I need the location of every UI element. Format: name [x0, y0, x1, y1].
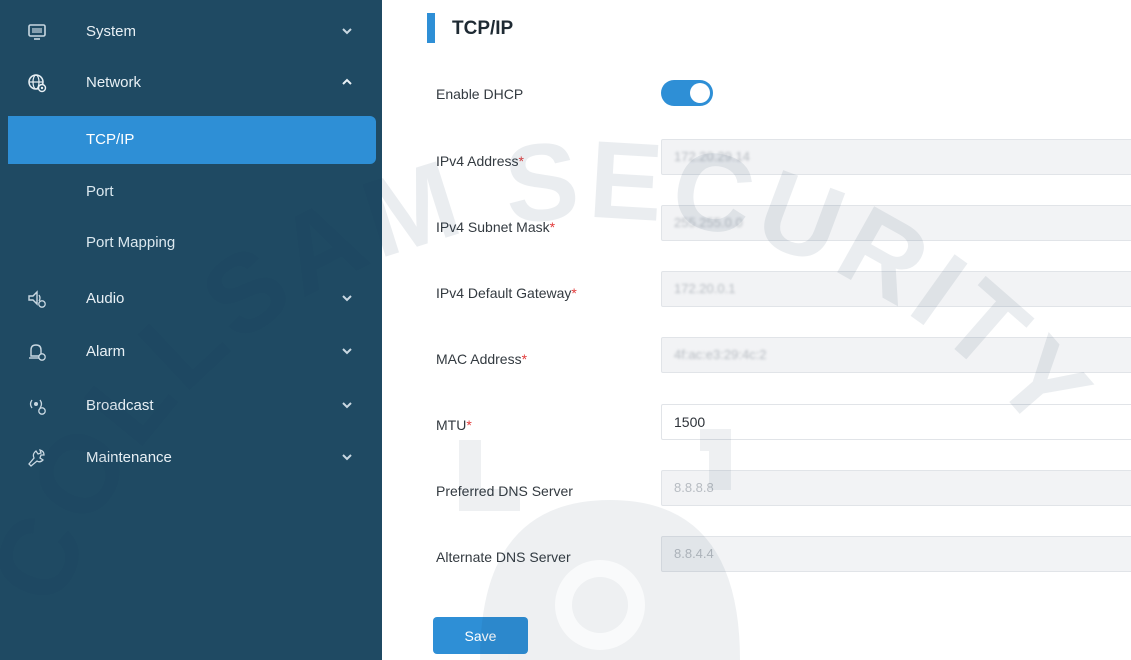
chevron-down-icon [342, 348, 352, 355]
sidebar-subitem-port-mapping[interactable]: Port Mapping [0, 219, 382, 267]
mac-address-label: MAC Address* [436, 351, 528, 367]
ipv4-default-gateway-field: 172.20.0.1 [661, 271, 1131, 307]
monitor-icon [28, 24, 46, 40]
globe-settings-icon [28, 74, 47, 93]
mac-address-field: 4f:ac:e3:29:4c:2 [661, 337, 1131, 373]
sidebar-item-label: Maintenance [86, 449, 172, 466]
sidebar-subitem-label: TCP/IP [86, 131, 135, 148]
ipv4-address-label: IPv4 Address* [436, 153, 524, 169]
sidebar-subitem-tcpip[interactable]: TCP/IP [8, 116, 376, 164]
alternate-dns-label: Alternate DNS Server [436, 549, 571, 565]
sidebar-item-label: Broadcast [86, 397, 154, 414]
sidebar-item-alarm[interactable]: Alarm [0, 327, 382, 377]
sidebar-subitem-label: Port [86, 183, 114, 200]
enable-dhcp-label: Enable DHCP [436, 86, 524, 102]
page-title: TCP/IP [452, 18, 514, 39]
title-accent-bar [427, 13, 435, 43]
sidebar-subitem-label: Port Mapping [86, 234, 176, 251]
chevron-down-icon [342, 295, 352, 302]
sidebar-subitem-port[interactable]: Port [0, 168, 382, 216]
sidebar: System Network TCP/IP Port Port Mapping [0, 0, 382, 660]
sidebar-item-label: System [86, 23, 137, 40]
mtu-input[interactable]: 1500 [661, 404, 1131, 440]
enable-dhcp-toggle[interactable] [661, 80, 713, 106]
preferred-dns-label: Preferred DNS Server [436, 483, 573, 499]
ipv4-address-field: 172.20.29.14 [661, 139, 1131, 175]
toggle-knob [690, 83, 710, 103]
sidebar-item-label: Alarm [86, 343, 126, 360]
chevron-down-icon [342, 402, 352, 409]
chevron-down-icon [342, 454, 352, 461]
ipv4-subnet-mask-label: IPv4 Subnet Mask* [436, 219, 556, 235]
ipv4-subnet-mask-field: 255.255.0.0 [661, 205, 1131, 241]
alarm-settings-icon [29, 344, 46, 361]
sidebar-item-maintenance[interactable]: Maintenance [0, 433, 382, 483]
sidebar-item-label: Audio [86, 290, 125, 307]
mtu-label: MTU* [436, 417, 472, 433]
sidebar-item-network[interactable]: Network [0, 58, 382, 108]
broadcast-icon [29, 399, 46, 415]
sidebar-item-audio[interactable]: Audio [0, 274, 382, 324]
wrench-icon [28, 449, 45, 467]
save-button[interactable]: Save [433, 617, 528, 654]
preferred-dns-field: 8.8.8.8 [661, 470, 1131, 506]
chevron-down-icon [342, 28, 352, 35]
sidebar-item-broadcast[interactable]: Broadcast [0, 381, 382, 431]
main-content: TCP/IP Enable DHCP IPv4 Address* 172.20.… [382, 0, 1131, 660]
chevron-up-icon [342, 78, 352, 85]
alternate-dns-field: 8.8.4.4 [661, 536, 1131, 572]
ipv4-default-gateway-label: IPv4 Default Gateway* [436, 285, 577, 301]
speaker-settings-icon [28, 290, 46, 308]
sidebar-item-system[interactable]: System [0, 7, 382, 57]
sidebar-item-label: Network [86, 74, 142, 91]
